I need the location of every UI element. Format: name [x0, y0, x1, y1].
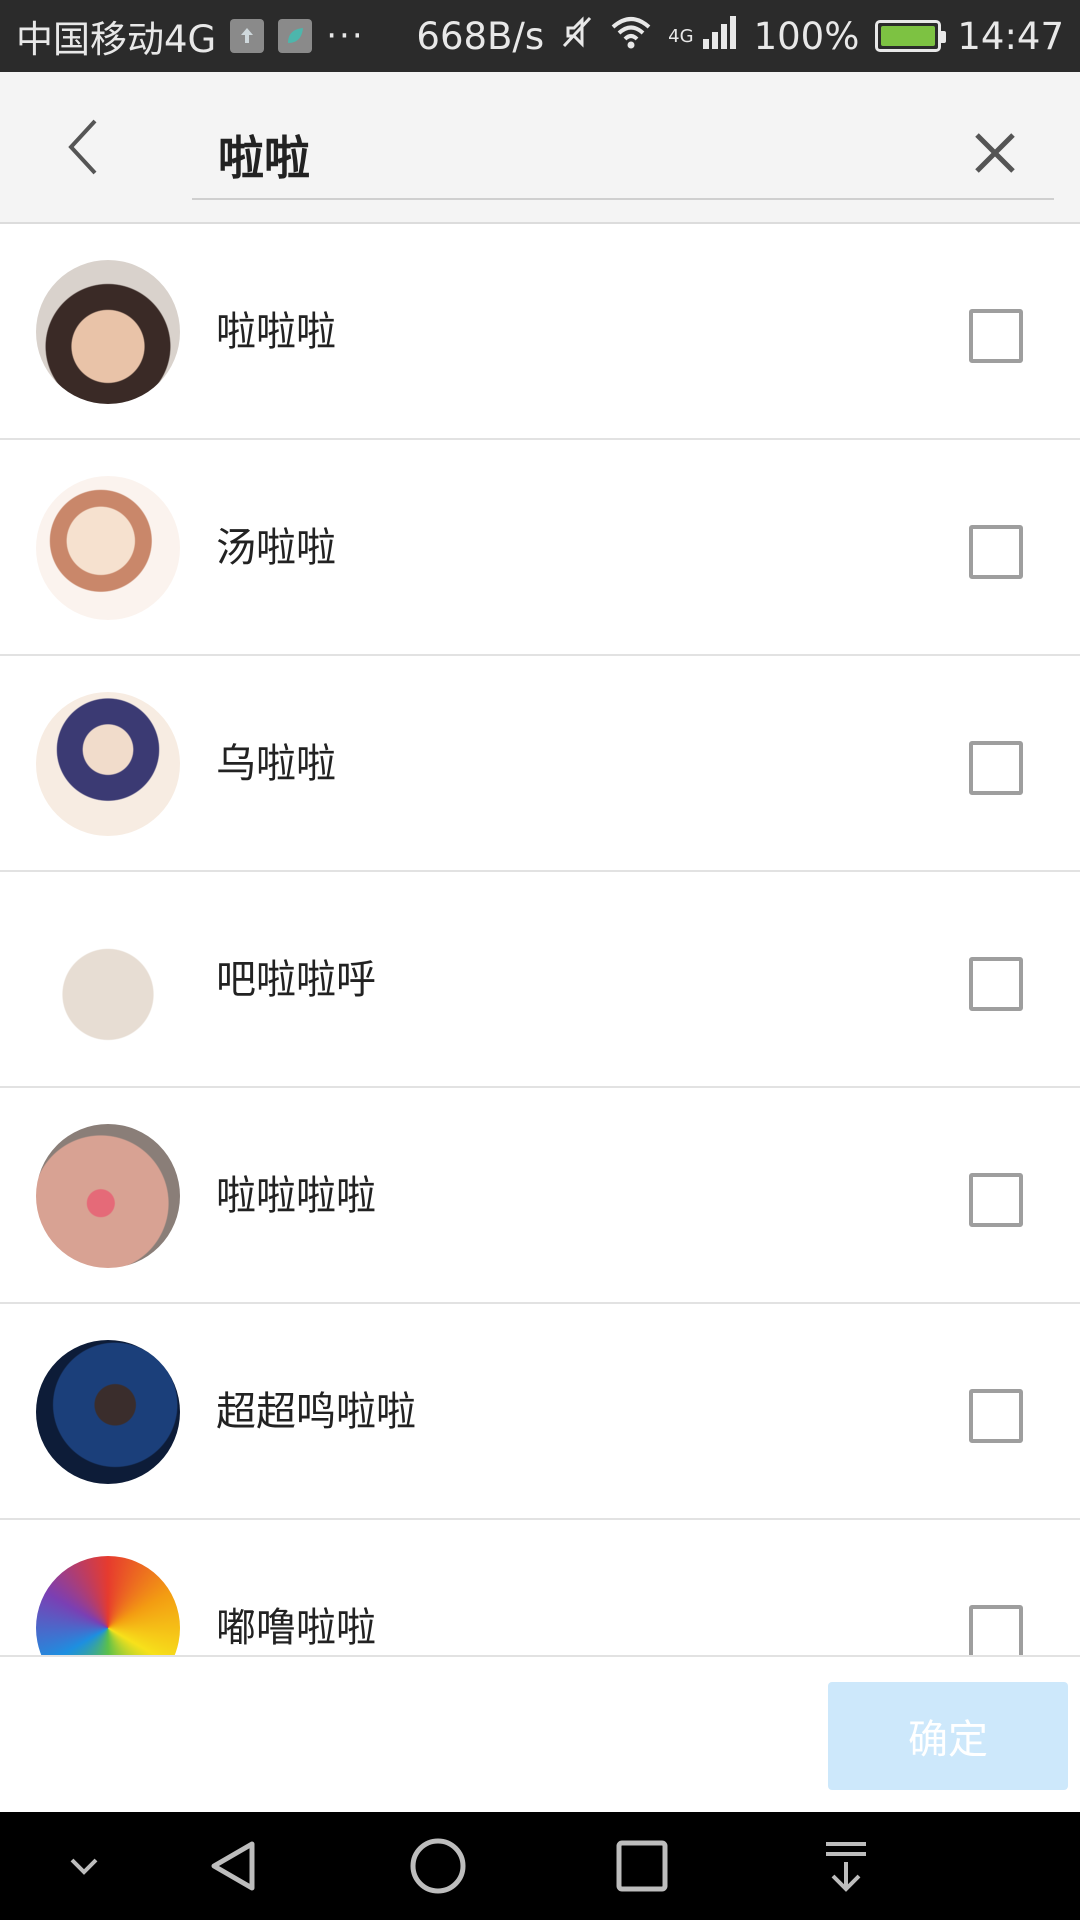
home-circle-icon [410, 1838, 466, 1894]
net-speed: 668B/s [416, 14, 545, 58]
avatar [36, 476, 180, 620]
mute-icon [560, 14, 594, 59]
select-checkbox[interactable] [969, 1173, 1023, 1227]
recents-square-icon [616, 1840, 668, 1892]
recents-button[interactable] [602, 1826, 682, 1906]
contact-list[interactable]: 啦啦啦 汤啦啦 乌啦啦 吧啦啦呼 啦啦啦啦 超超鸣啦啦 嘟噜啦啦 [0, 224, 1080, 1655]
avatar [36, 1124, 180, 1268]
list-item[interactable]: 超超鸣啦啦 [0, 1304, 1080, 1520]
battery-icon [875, 20, 947, 52]
confirm-button[interactable]: 确定 [828, 1682, 1068, 1790]
navigation-bar [0, 1812, 1080, 1920]
close-icon [975, 133, 1015, 173]
avatar [36, 1340, 180, 1484]
network-type: 4G [668, 25, 694, 47]
more-notifications: ··· [326, 16, 365, 56]
contact-name: 嘟噜啦啦 [216, 1605, 376, 1651]
list-item[interactable]: 啦啦啦啦 [0, 1088, 1080, 1304]
list-item[interactable]: 啦啦啦 [0, 224, 1080, 440]
wifi-icon [610, 15, 652, 58]
app-icon-upload [230, 19, 265, 53]
contact-name: 超超鸣啦啦 [216, 1389, 416, 1435]
signal-icon [702, 15, 738, 58]
back-button[interactable] [48, 112, 118, 182]
home-button[interactable] [398, 1826, 478, 1906]
select-checkbox[interactable] [969, 525, 1023, 579]
contact-name: 吧啦啦呼 [216, 957, 376, 1003]
battery-percent: 100% [753, 14, 860, 58]
clear-search-button[interactable] [960, 118, 1030, 188]
avatar [36, 1556, 180, 1655]
back-triangle-icon [211, 1841, 255, 1891]
list-item[interactable]: 乌啦啦 [0, 656, 1080, 872]
select-checkbox[interactable] [969, 309, 1023, 363]
list-item[interactable]: 吧啦啦呼 [0, 872, 1080, 1088]
hide-keyboard-icon [70, 1858, 98, 1875]
select-checkbox[interactable] [969, 741, 1023, 795]
select-checkbox[interactable] [969, 1605, 1023, 1655]
notification-pull-button[interactable] [806, 1826, 886, 1906]
notification-pull-icon [826, 1842, 866, 1892]
search-header [0, 72, 1080, 224]
hide-keyboard-button[interactable] [44, 1826, 124, 1906]
contact-name: 啦啦啦啦 [216, 1173, 376, 1219]
chevron-left-icon [68, 119, 97, 175]
contact-name: 啦啦啦 [216, 309, 336, 355]
avatar [36, 908, 180, 1052]
list-item[interactable]: 汤啦啦 [0, 440, 1080, 656]
search-input[interactable] [192, 112, 1054, 200]
status-bar: 中国移动4G ··· 668B/s 4G 100% 14:47 [0, 0, 1080, 72]
select-checkbox[interactable] [969, 957, 1023, 1011]
carrier-label: 中国移动4G [16, 18, 217, 61]
list-item[interactable]: 嘟噜啦啦 [0, 1520, 1080, 1655]
contact-name: 汤啦啦 [216, 525, 336, 571]
back-nav-button[interactable] [194, 1826, 274, 1906]
avatar [36, 260, 180, 404]
clock: 14:47 [957, 14, 1064, 58]
app-icon-leaf [278, 19, 313, 53]
action-bar: 确定 [0, 1655, 1080, 1812]
avatar [36, 692, 180, 836]
contact-name: 乌啦啦 [216, 741, 336, 787]
select-checkbox[interactable] [969, 1389, 1023, 1443]
